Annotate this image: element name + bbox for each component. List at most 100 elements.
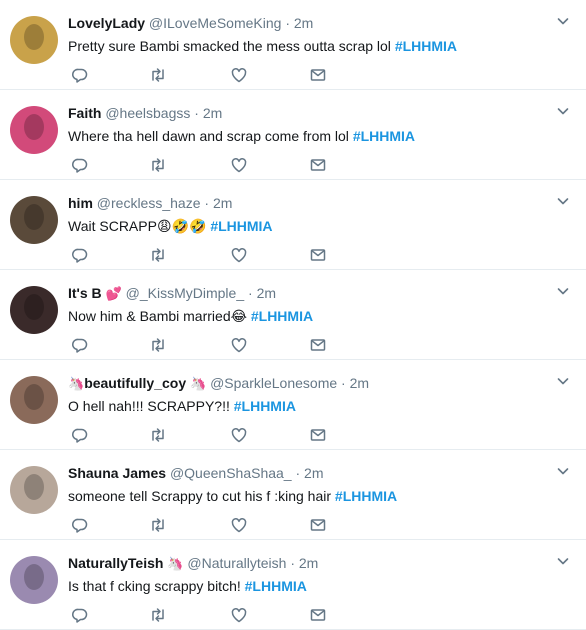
tweet-text: Pretty sure Bambi smacked the mess outta… xyxy=(68,38,457,54)
hashtag-link[interactable]: #LHHMIA xyxy=(234,398,296,414)
avatar[interactable] xyxy=(10,16,58,64)
retweet-icon[interactable] xyxy=(149,336,167,354)
hashtag-link[interactable]: #LHHMIA xyxy=(245,578,307,594)
name-emoji: 🦄 xyxy=(167,556,184,571)
timestamp[interactable]: 2m xyxy=(304,465,323,481)
hashtag-link[interactable]: #LHHMIA xyxy=(251,308,313,324)
tweet-header: him @reckless_haze · 2m xyxy=(68,195,232,211)
hashtag-link[interactable]: #LHHMIA xyxy=(210,218,272,234)
heart-icon[interactable] xyxy=(230,156,248,174)
envelope-icon[interactable] xyxy=(309,606,327,624)
tweet-body: O hell nah!!! SCRAPPY?!! xyxy=(68,398,230,414)
tweet-header: Faith @heelsbagss · 2m xyxy=(68,105,222,121)
reply-icon[interactable] xyxy=(71,606,89,624)
envelope-icon[interactable] xyxy=(309,516,327,534)
tweet[interactable]: 🦄beautifully_coy 🦄 @SparkleLonesome · 2m… xyxy=(0,360,586,450)
avatar[interactable] xyxy=(10,376,58,424)
envelope-icon[interactable] xyxy=(309,246,327,264)
display-name[interactable]: NaturallyTeish xyxy=(68,555,163,571)
reply-icon[interactable] xyxy=(71,246,89,264)
chevron-down-icon[interactable] xyxy=(556,194,570,208)
user-handle[interactable]: @ILoveMeSomeKing xyxy=(149,15,282,31)
chevron-down-icon[interactable] xyxy=(556,104,570,118)
tweet[interactable]: Shauna James @QueenShaShaa_ · 2m someone… xyxy=(0,450,586,540)
reply-icon[interactable] xyxy=(71,516,89,534)
tweet-body: Now him & Bambi married xyxy=(68,308,231,324)
timestamp[interactable]: 2m xyxy=(257,285,276,301)
avatar[interactable] xyxy=(10,556,58,604)
avatar[interactable] xyxy=(10,286,58,334)
display-name[interactable]: Faith xyxy=(68,105,101,121)
retweet-icon[interactable] xyxy=(149,516,167,534)
user-handle[interactable]: @_KissMyDimple_ xyxy=(126,285,244,301)
chevron-down-icon[interactable] xyxy=(556,14,570,28)
tweet[interactable]: LovelyLady @ILoveMeSomeKing · 2m Pretty … xyxy=(0,0,586,90)
avatar[interactable] xyxy=(10,196,58,244)
tweet-body: Wait SCRAPP xyxy=(68,218,157,234)
heart-icon[interactable] xyxy=(230,246,248,264)
chevron-down-icon[interactable] xyxy=(556,554,570,568)
display-name[interactable]: him xyxy=(68,195,93,211)
reply-icon[interactable] xyxy=(71,66,89,84)
separator-dot: · xyxy=(248,285,253,301)
avatar[interactable] xyxy=(10,466,58,514)
tweet[interactable]: him @reckless_haze · 2m Wait SCRAPP😩🤣🤣 #… xyxy=(0,180,586,270)
tweet-header: 🦄beautifully_coy 🦄 @SparkleLonesome · 2m xyxy=(68,375,369,392)
heart-icon[interactable] xyxy=(230,516,248,534)
heart-icon[interactable] xyxy=(230,66,248,84)
name-emoji: 🦄 xyxy=(190,376,207,391)
heart-icon[interactable] xyxy=(230,606,248,624)
hashtag-link[interactable]: #LHHMIA xyxy=(335,488,397,504)
reply-icon[interactable] xyxy=(71,426,89,444)
separator-dot: · xyxy=(285,15,290,31)
separator-dot: · xyxy=(204,195,210,211)
separator-dot: · xyxy=(290,555,295,571)
user-handle[interactable]: @SparkleLonesome xyxy=(210,375,337,391)
timestamp[interactable]: 2m xyxy=(213,195,232,211)
envelope-icon[interactable] xyxy=(309,426,327,444)
tweet-body: Where tha hell dawn and scrap come from … xyxy=(68,128,349,144)
tweet[interactable]: It's B 💕 @_KissMyDimple_ · 2m Now him & … xyxy=(0,270,586,360)
envelope-icon[interactable] xyxy=(309,336,327,354)
tweet-body: Pretty sure Bambi smacked the mess outta… xyxy=(68,38,391,54)
reply-icon[interactable] xyxy=(71,336,89,354)
display-name[interactable]: LovelyLady xyxy=(68,15,145,31)
retweet-icon[interactable] xyxy=(149,426,167,444)
tweet-text: Now him & Bambi married😂 #LHHMIA xyxy=(68,308,313,325)
envelope-icon[interactable] xyxy=(309,156,327,174)
heart-icon[interactable] xyxy=(230,336,248,354)
chevron-down-icon[interactable] xyxy=(556,284,570,298)
user-handle[interactable]: @heelsbagss xyxy=(105,105,190,121)
heart-icon[interactable] xyxy=(230,426,248,444)
reply-icon[interactable] xyxy=(71,156,89,174)
name-prefix-emoji: 🦄 xyxy=(68,376,85,391)
tweet[interactable]: Faith @heelsbagss · 2m Where tha hell da… xyxy=(0,90,586,180)
display-name[interactable]: It's B xyxy=(68,285,102,301)
display-name[interactable]: beautifully_coy xyxy=(84,375,186,391)
retweet-icon[interactable] xyxy=(149,606,167,624)
retweet-icon[interactable] xyxy=(149,246,167,264)
chevron-down-icon[interactable] xyxy=(556,464,570,478)
hashtag-link[interactable]: #LHHMIA xyxy=(395,38,457,54)
separator-dot: · xyxy=(341,375,346,391)
tweet-text: Wait SCRAPP😩🤣🤣 #LHHMIA xyxy=(68,218,273,235)
tweet-emoji: 😩🤣🤣 xyxy=(156,218,207,234)
display-name[interactable]: Shauna James xyxy=(68,465,166,481)
avatar[interactable] xyxy=(10,106,58,154)
timestamp[interactable]: 2m xyxy=(203,105,222,121)
separator-dot: · xyxy=(194,105,199,121)
hashtag-link[interactable]: #LHHMIA xyxy=(353,128,415,144)
retweet-icon[interactable] xyxy=(149,66,167,84)
tweet-header: It's B 💕 @_KissMyDimple_ · 2m xyxy=(68,285,276,302)
chevron-down-icon[interactable] xyxy=(556,374,570,388)
tweet[interactable]: NaturallyTeish 🦄 @Naturallyteish · 2m Is… xyxy=(0,540,586,630)
user-handle[interactable]: @QueenShaShaa_ xyxy=(170,465,292,481)
user-handle[interactable]: @reckless_haze xyxy=(97,195,201,211)
timestamp[interactable]: 2m xyxy=(299,555,318,571)
user-handle[interactable]: @Naturallyteish xyxy=(187,555,286,571)
name-emoji: 💕 xyxy=(105,286,122,301)
timestamp[interactable]: 2m xyxy=(294,15,313,31)
timestamp[interactable]: 2m xyxy=(350,375,369,391)
retweet-icon[interactable] xyxy=(149,156,167,174)
envelope-icon[interactable] xyxy=(309,66,327,84)
